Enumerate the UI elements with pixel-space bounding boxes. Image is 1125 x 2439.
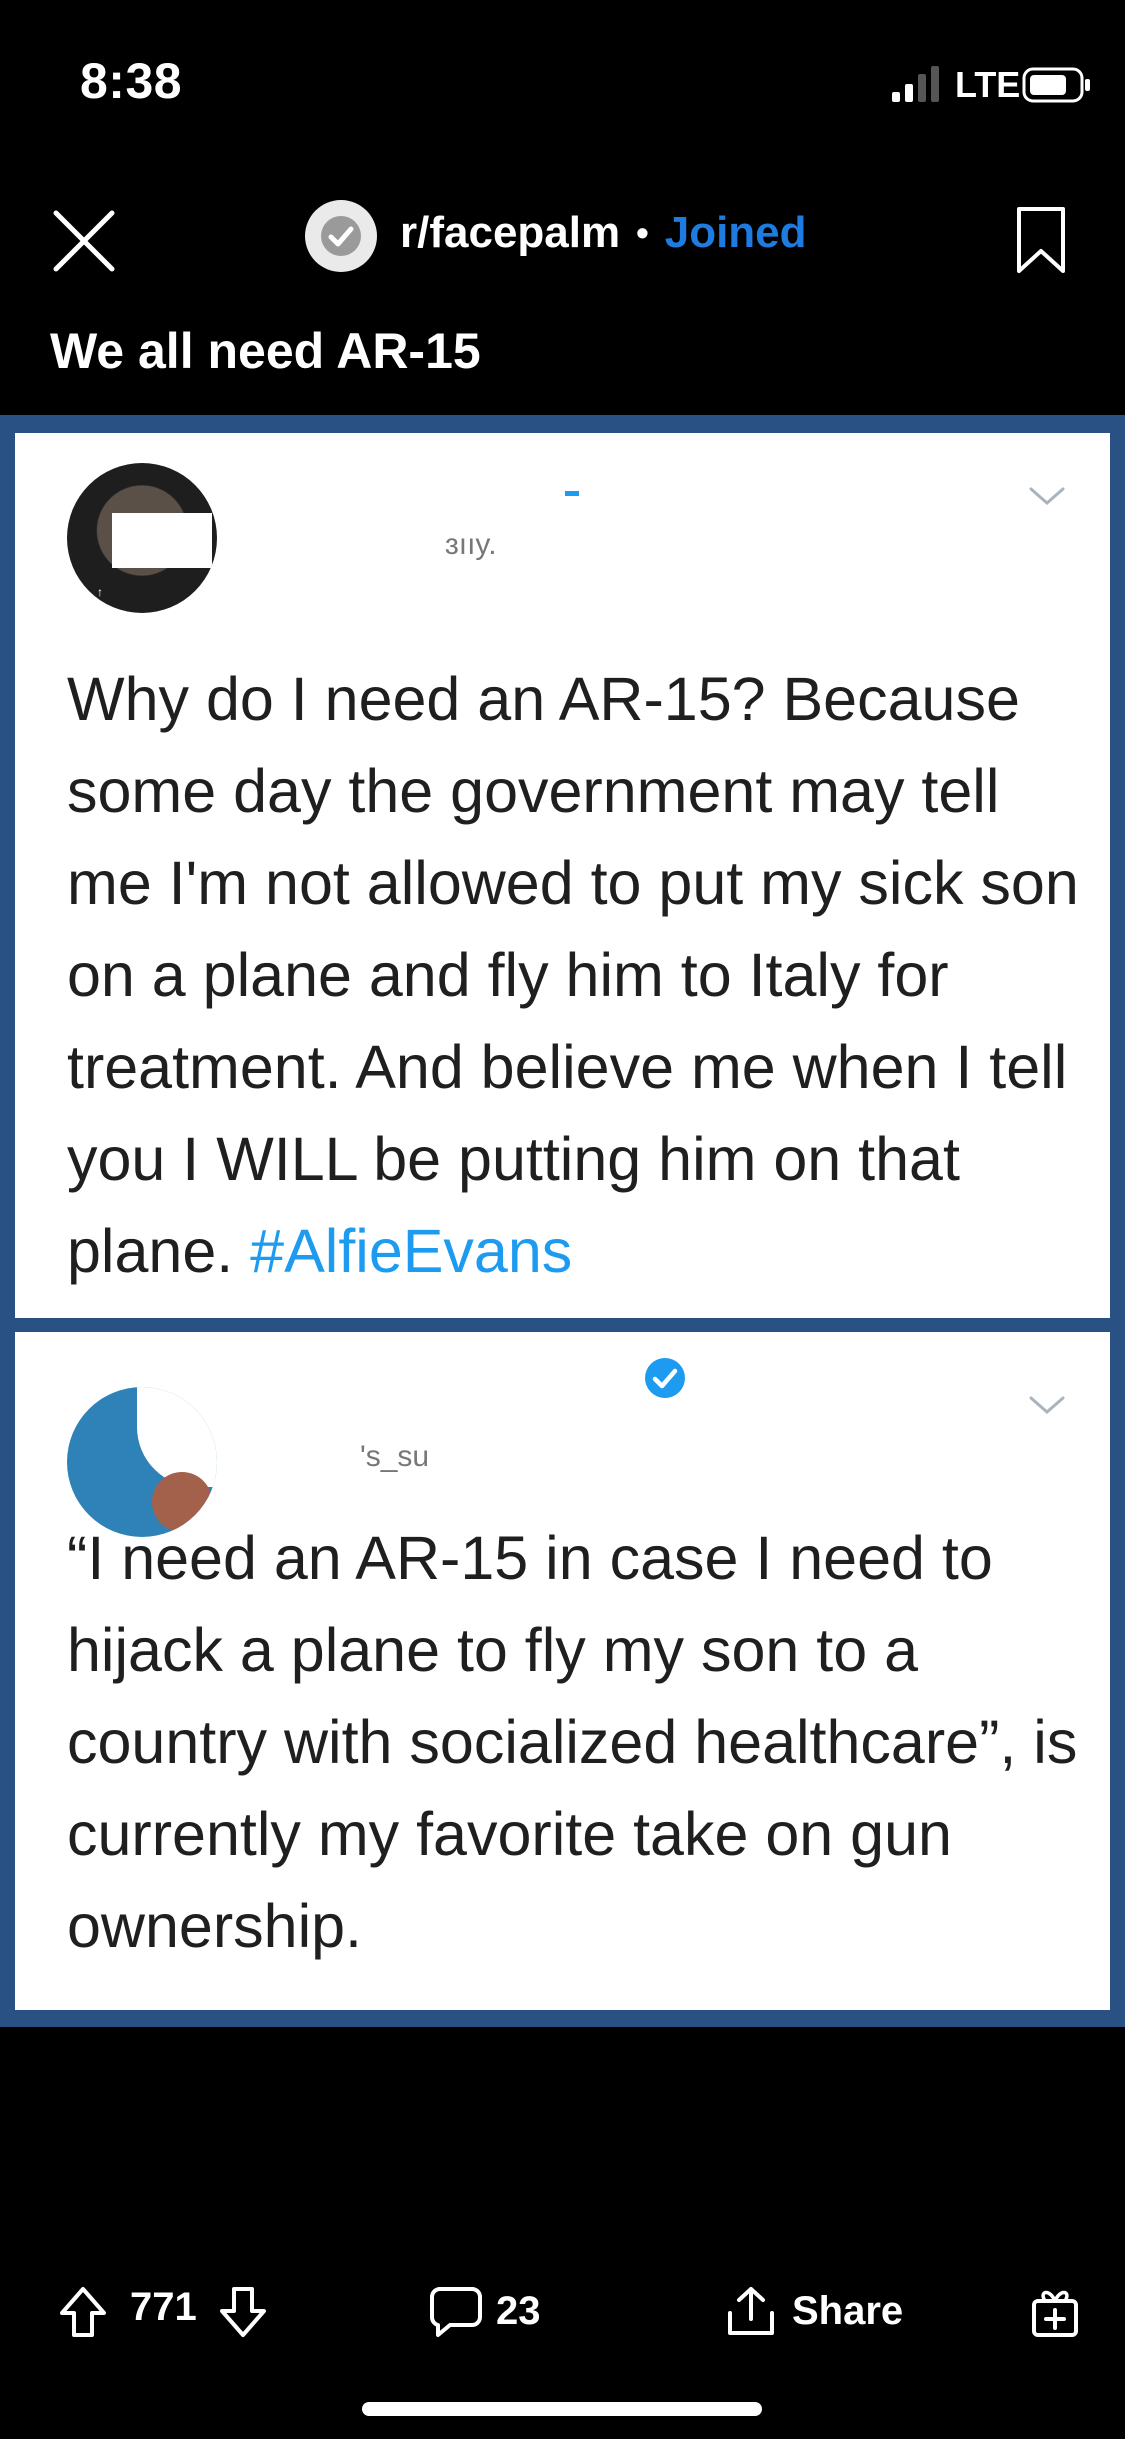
tweet-handle: ɜııy.	[445, 528, 497, 561]
tweet-handle: 's_su	[360, 1440, 430, 1473]
upvote-button[interactable]	[58, 2285, 108, 2339]
subreddit-icon[interactable]	[305, 200, 377, 272]
home-indicator[interactable]	[362, 2402, 762, 2416]
downvote-button[interactable]	[218, 2285, 268, 2339]
post-title: We all need AR-15	[50, 323, 481, 379]
tweet-body: Why do I need an AR-15? Because some day…	[67, 665, 1079, 1285]
separator-dot: •	[636, 212, 649, 253]
shirt-graphic: ↑	[97, 585, 104, 599]
redaction-artifact	[565, 491, 579, 496]
share-button[interactable]: Share	[726, 2285, 903, 2337]
hashtag-link[interactable]: #AlfieEvans	[250, 1217, 572, 1285]
downvote-icon	[220, 2287, 266, 2337]
redaction	[112, 513, 212, 568]
award-icon	[1032, 2290, 1078, 2337]
joined-button[interactable]: Joined	[665, 208, 807, 258]
verified-icon	[645, 1358, 685, 1398]
tweet-text: Why do I need an AR-15? Because some day…	[67, 653, 1087, 1297]
comment-count: 23	[496, 2288, 541, 2333]
avatar: ↑	[67, 463, 217, 613]
share-label: Share	[792, 2288, 904, 2333]
vote-count: 771	[130, 2285, 197, 2329]
network-label: LTE	[955, 64, 1021, 105]
subreddit-header: r/facepalm • Joined	[400, 208, 807, 258]
comment-icon	[430, 2287, 482, 2337]
close-icon[interactable]	[48, 205, 120, 277]
battery-icon	[1022, 67, 1090, 103]
bookmark-icon[interactable]	[1015, 205, 1067, 275]
chevron-down-icon[interactable]	[1027, 1394, 1067, 1418]
tweet-card: ↑ ɜııy. Why do I need an AR-15? Because …	[15, 433, 1110, 1318]
signal-icon	[892, 66, 939, 102]
upvote-icon	[60, 2287, 106, 2337]
tweet-text: “I need an AR-15 in case I need to hijac…	[67, 1524, 1078, 1960]
subreddit-name[interactable]: r/facepalm	[400, 208, 620, 258]
tweet-card: 's_su “I need an AR-15 in case I need to…	[15, 1332, 1110, 2010]
comments-button[interactable]: 23	[430, 2285, 541, 2337]
post-image[interactable]: ↑ ɜııy. Why do I need an AR-15? Because …	[0, 415, 1125, 2027]
award-button[interactable]	[1030, 2285, 1080, 2339]
chevron-down-icon[interactable]	[1027, 485, 1067, 509]
share-icon	[728, 2287, 774, 2335]
status-time: 8:38	[80, 53, 183, 109]
